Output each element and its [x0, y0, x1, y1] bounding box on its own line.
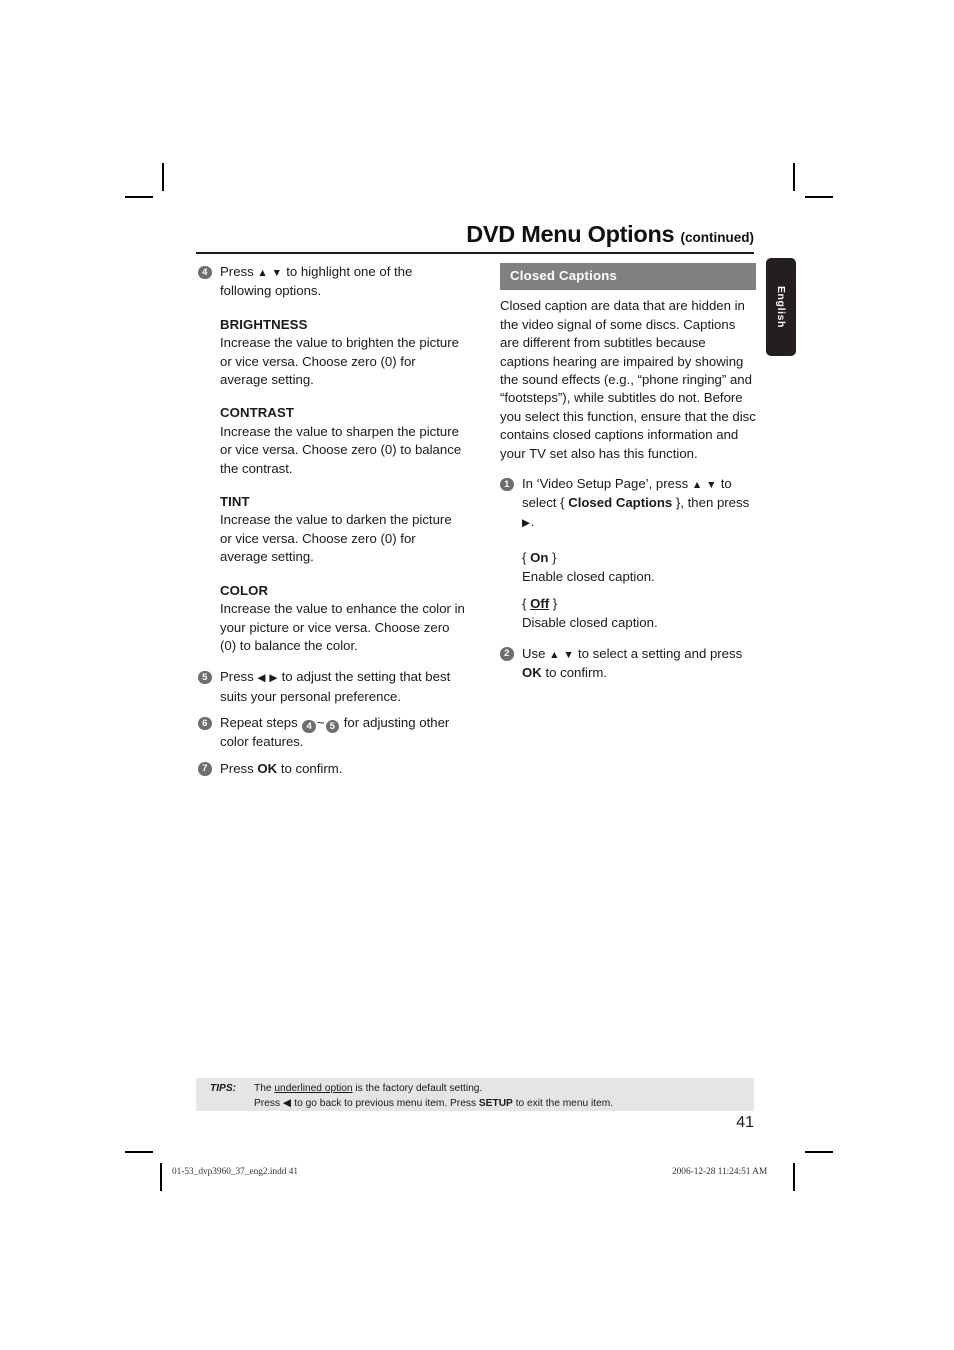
crop-mark-top-left-horizontal [125, 196, 153, 198]
up-down-arrow-icon: ▲ ▼ [549, 648, 575, 661]
crop-mark-top-right-horizontal [805, 196, 833, 198]
left-column: 4 Press ▲ ▼ to highlight one of the foll… [198, 263, 466, 786]
tips-lines: The underlined option is the factory def… [254, 1082, 748, 1111]
setting-off-brace-open: { [522, 596, 531, 612]
tips-line-1: The underlined option is the factory def… [254, 1082, 748, 1096]
step-4-text-before: Press [220, 264, 258, 279]
cc-step-1: 1 In ‘Video Setup Page’, press ▲ ▼ to se… [500, 475, 756, 532]
setting-on-brace-open: { [522, 550, 531, 566]
tips-line-1-b: is the factory default setting. [352, 1083, 483, 1094]
step-number-6: 6 [198, 716, 212, 731]
step-5-text: Press ◀ ▶ to adjust the setting that bes… [220, 668, 466, 706]
option-heading-tint: TINT [220, 494, 250, 510]
step-5: 5 Press ◀ ▶ to adjust the setting that b… [198, 668, 466, 706]
cc-step-2-text-before: Use [522, 645, 550, 661]
page-title: DVD Menu Options (continued) [196, 221, 754, 248]
setting-on-brace-close: } [548, 550, 557, 566]
print-footer-timestamp: 2006-12-28 11:24:51 AM [672, 1167, 768, 1177]
cc-step-1-text-c: }, then press [672, 495, 750, 511]
step-6: 6 Repeat steps 4 ~5 for adjusting other c… [198, 714, 466, 751]
option-body-contrast: Increase the value to sharpen the pictur… [220, 423, 462, 476]
cc-step-2-text-after: to confirm. [541, 665, 608, 681]
step-4-text: Press ▲ ▼ to highlight one of the follow… [220, 263, 466, 301]
step-number-5: 5 [198, 670, 212, 685]
cc-step-1-text-d: . [530, 513, 535, 529]
title-divider [196, 252, 754, 254]
step-4: 4 Press ▲ ▼ to highlight one of the foll… [198, 263, 466, 301]
option-body-color: Increase the value to enhance the color … [220, 601, 465, 653]
tips-line-2: Press ◀ to go back to previous menu item… [254, 1096, 748, 1111]
crop-mark-top-left-vertical [162, 163, 164, 191]
cc-step-2-text: Use ▲ ▼ to select a setting and press OK… [522, 645, 756, 683]
cc-step-1-text-a: In ‘Video Setup Page’, press [522, 476, 692, 492]
cc-step-1-bold-option: Closed Captions [568, 495, 673, 511]
right-arrow-icon: ▶ [522, 516, 531, 529]
setting-off-label: Off [530, 596, 550, 612]
option-heading-color: COLOR [220, 582, 269, 598]
step-7-text: Press OK to confirm. [220, 760, 466, 778]
setting-off-brace-close: } [549, 596, 558, 612]
up-down-arrow-icon: ▲ ▼ [691, 479, 718, 492]
cc-step-2: 2 Use ▲ ▼ to select a setting and press … [500, 645, 756, 683]
left-right-arrow-icon: ◀ ▶ [257, 672, 278, 685]
tips-line-1-underlined: underlined option [274, 1083, 353, 1094]
crop-mark-bottom-left-vertical [160, 1163, 162, 1191]
cc-step-1-text: In ‘Video Setup Page’, press ▲ ▼ to sele… [522, 475, 756, 532]
step-7-bold-ok: OK [257, 760, 278, 776]
right-column: Closed Captions Closed caption are data … [500, 263, 756, 691]
step-7: 7 Press OK to confirm. [198, 760, 466, 778]
step-number-7: 7 [198, 762, 212, 776]
tips-line-2-c: to exit the menu item. [512, 1098, 614, 1109]
crop-mark-top-right-vertical [793, 163, 795, 191]
tips-line-1-a: The [254, 1083, 275, 1094]
option-body-tint: Increase the value to darken the picture… [220, 512, 452, 565]
section-header-closed-captions: Closed Captions [500, 263, 756, 291]
crop-mark-bottom-right-horizontal [805, 1151, 833, 1153]
language-tab-english: English [766, 258, 796, 356]
cc-step-number-1: 1 [500, 477, 514, 492]
cc-step-number-2: 2 [500, 647, 514, 661]
setting-off-description: Disable closed caption. [522, 614, 658, 630]
tips-line-2-bold-setup: SETUP [478, 1098, 513, 1109]
step-6-tilde: ~ [316, 715, 325, 731]
tips-label: TIPS: [210, 1083, 237, 1094]
step-5-text-before: Press [220, 669, 258, 685]
page-title-main: DVD Menu Options [466, 221, 675, 247]
step-reference-5: 5 [325, 719, 340, 734]
section-body-closed-captions: Closed caption are data that are hidden … [500, 298, 756, 461]
step-7-text-before: Press [220, 760, 258, 776]
tips-line-2-a: Press [254, 1098, 283, 1109]
crop-mark-bottom-left-horizontal [125, 1151, 153, 1153]
up-down-arrow-icon: ▲ ▼ [257, 267, 283, 279]
cc-step-2-bold-ok: OK [522, 665, 542, 681]
language-tab-label: English [775, 285, 787, 329]
setting-on-label: On [530, 550, 549, 566]
tips-line-2-b: to go back to previous menu item. Press [291, 1098, 479, 1109]
option-heading-brightness: BRIGHTNESS [220, 316, 308, 332]
step-6-text: Repeat steps 4 ~5 for adjusting other col… [220, 714, 466, 751]
step-6-text-before: Repeat steps [220, 715, 302, 731]
step-number-4: 4 [198, 265, 212, 279]
step-reference-4: 4 [302, 719, 316, 734]
cc-step-2-text-mid: to select a setting and press [574, 645, 743, 661]
setting-on-description: Enable closed caption. [522, 568, 655, 584]
step-7-text-after: to confirm. [277, 760, 343, 776]
setting-on: { On } [500, 549, 756, 567]
option-body-brightness: Increase the value to brighten the pictu… [220, 335, 459, 388]
page-number: 41 [736, 1114, 754, 1131]
crop-mark-bottom-right-vertical [793, 1163, 795, 1191]
page-title-continued: (continued) [680, 230, 755, 245]
option-heading-contrast: CONTRAST [220, 405, 295, 421]
tips-box: TIPS: The underlined option is the facto… [196, 1078, 754, 1111]
print-footer-filename: 01-53_dvp3960_37_eng2.indd 41 [172, 1167, 299, 1177]
setting-off: { Off } [500, 595, 756, 613]
